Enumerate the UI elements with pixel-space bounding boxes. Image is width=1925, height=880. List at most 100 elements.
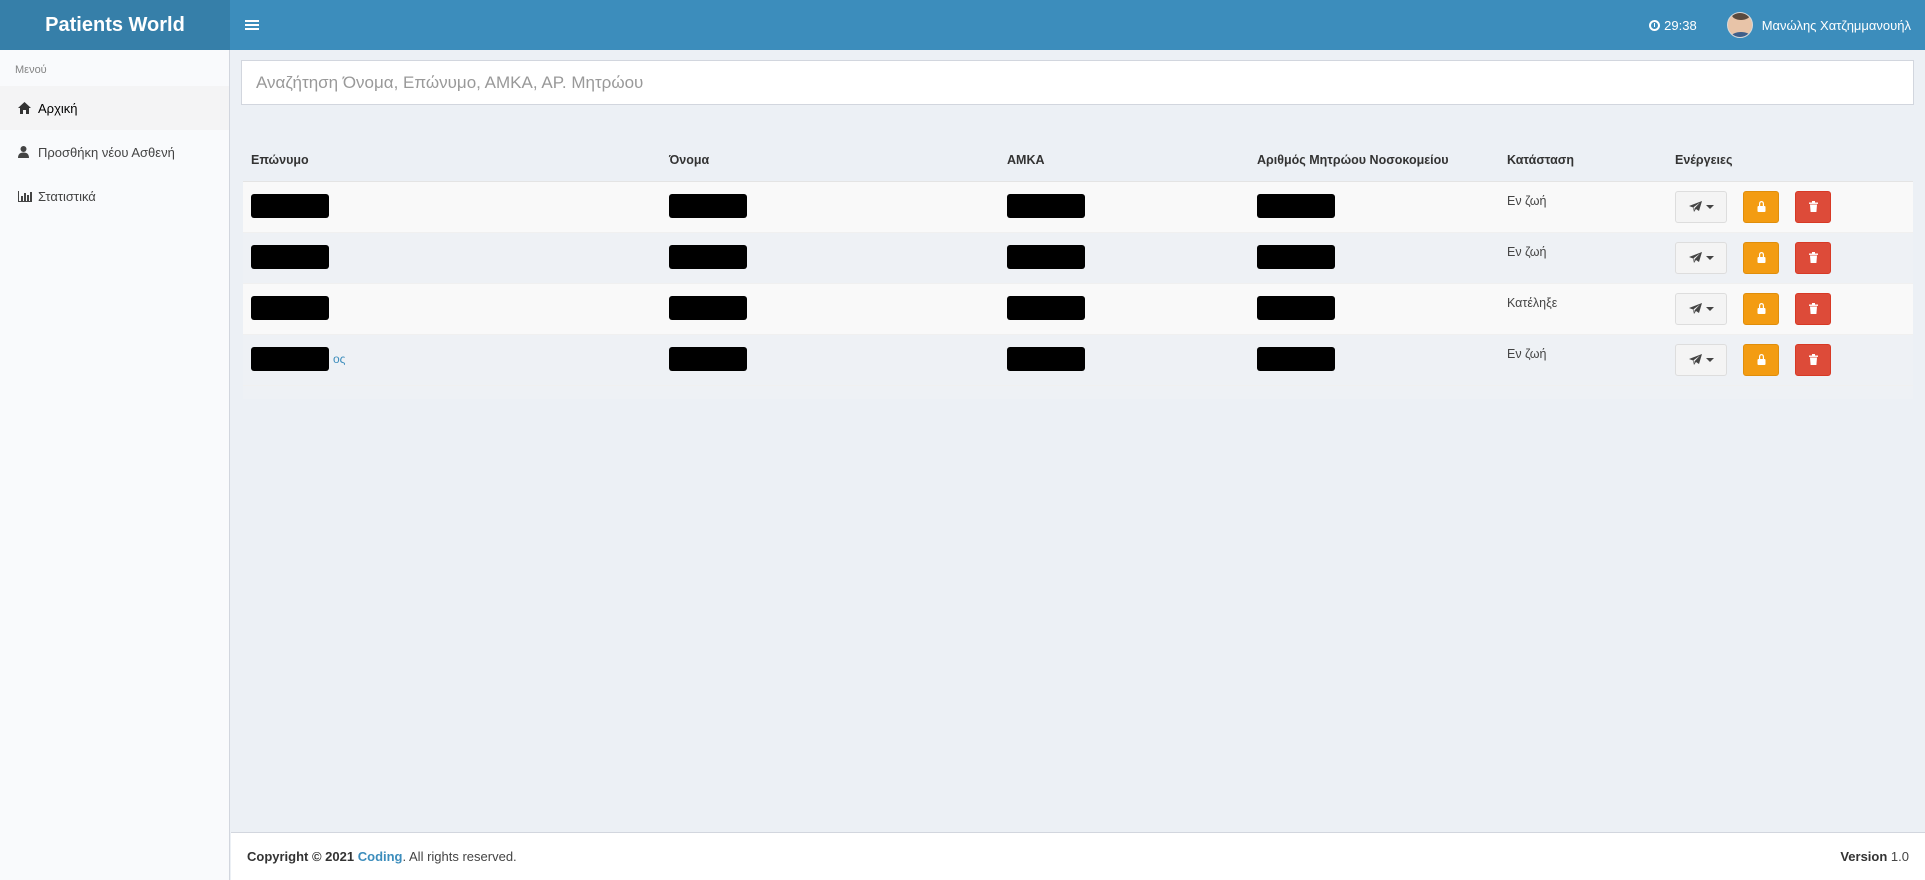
- paper-plane-icon: [1688, 353, 1702, 365]
- hospital-id-cell: [1249, 333, 1499, 385]
- status-text: Εν ζωή: [1507, 244, 1547, 259]
- table-row: Εν ζωή: [243, 231, 1913, 283]
- lock-button[interactable]: [1743, 190, 1779, 223]
- redacted-surname: [251, 193, 329, 218]
- status-text: Εν ζωή: [1507, 346, 1547, 361]
- redacted-surname: [251, 295, 329, 320]
- status-cell: Εν ζωή: [1499, 180, 1667, 232]
- sidebar-item-add-patient[interactable]: Προσθήκη νέου Ασθενή: [0, 130, 229, 174]
- clock-icon: [1649, 19, 1661, 31]
- name-cell: [661, 282, 999, 334]
- trash-icon: [1808, 303, 1818, 314]
- bar-chart-icon: [18, 190, 38, 202]
- column-header-hospital-id[interactable]: Αριθμός Μητρώου Νοσοκομείου: [1249, 140, 1499, 182]
- redacted-amka: [1007, 346, 1085, 371]
- version-number: 1.0: [1890, 849, 1909, 864]
- chevron-down-icon: [1705, 357, 1714, 362]
- surname-link-suffix[interactable]: ος: [333, 352, 345, 366]
- search-input[interactable]: [241, 60, 1914, 105]
- redacted-name: [669, 193, 747, 218]
- sidebar-toggle-button[interactable]: [230, 0, 274, 50]
- user-avatar: [1726, 12, 1753, 38]
- redacted-amka: [1007, 193, 1085, 218]
- trash-icon: [1808, 354, 1818, 365]
- home-icon: [18, 102, 38, 114]
- sidebar-item-statistics[interactable]: Στατιστικά: [0, 174, 229, 218]
- sidebar-item-label: Προσθήκη νέου Ασθενή: [38, 144, 175, 160]
- lock-icon: [1757, 354, 1765, 365]
- amka-cell: [999, 180, 1249, 232]
- delete-button[interactable]: [1795, 190, 1831, 223]
- column-header-name[interactable]: Όνομα: [661, 140, 999, 182]
- redacted-amka: [1007, 244, 1085, 269]
- lock-button[interactable]: [1743, 292, 1779, 325]
- session-timer: 29:38: [1649, 18, 1697, 33]
- version-info: Version 1.0: [1840, 849, 1909, 864]
- paper-plane-icon: [1688, 302, 1702, 314]
- chevron-down-icon: [1705, 204, 1714, 209]
- sidebar-item-label: Αρχική: [38, 100, 78, 116]
- app-logo[interactable]: Patients World: [0, 0, 230, 50]
- table-row-spacer: [243, 384, 1913, 399]
- top-navbar: Patients World 29:38 Μανώλης Χατζημμανου…: [0, 0, 1925, 50]
- status-text: Εν ζωή: [1507, 193, 1547, 208]
- actions-cell: [1667, 180, 1913, 232]
- status-cell: Εν ζωή: [1499, 231, 1667, 283]
- lock-icon: [1757, 201, 1765, 212]
- chevron-down-icon: [1705, 255, 1714, 260]
- user-name: Μανώλης Χατζημμανουήλ: [1761, 17, 1911, 33]
- sidebar-title: Μενού: [15, 64, 47, 76]
- paper-plane-icon: [1688, 251, 1702, 263]
- name-cell: [661, 231, 999, 283]
- status-cell: Κατέληξε: [1499, 282, 1667, 334]
- send-dropdown-button[interactable]: [1675, 343, 1727, 376]
- send-dropdown-button[interactable]: [1675, 241, 1727, 274]
- table-header-row: Επώνυμο Όνομα ΑΜΚΑ Αριθμός Μητρώου Νοσοκ…: [243, 140, 1913, 182]
- surname-cell[interactable]: ος: [243, 333, 661, 385]
- send-dropdown-button[interactable]: [1675, 190, 1727, 223]
- redacted-hospital-id: [1257, 193, 1335, 218]
- hospital-id-cell: [1249, 231, 1499, 283]
- lock-icon: [1757, 252, 1765, 263]
- table-row: Κατέληξε: [243, 282, 1913, 334]
- table-row: Εν ζωή: [243, 180, 1913, 232]
- redacted-hospital-id: [1257, 295, 1335, 320]
- lock-icon: [1757, 303, 1765, 314]
- column-header-amka[interactable]: ΑΜΚΑ: [999, 140, 1249, 182]
- amka-cell: [999, 333, 1249, 385]
- surname-cell[interactable]: [243, 231, 661, 283]
- delete-button[interactable]: [1795, 343, 1831, 376]
- surname-cell[interactable]: [243, 282, 661, 334]
- surname-cell[interactable]: [243, 180, 661, 232]
- column-header-status[interactable]: Κατάσταση: [1499, 140, 1667, 182]
- actions-cell: [1667, 333, 1913, 385]
- redacted-hospital-id: [1257, 244, 1335, 269]
- redacted-hospital-id: [1257, 346, 1335, 371]
- sidebar-item-home[interactable]: Αρχική: [0, 86, 229, 130]
- hospital-id-cell: [1249, 180, 1499, 232]
- redacted-amka: [1007, 295, 1085, 320]
- redacted-name: [669, 244, 747, 269]
- paper-plane-icon: [1688, 200, 1702, 212]
- company-link[interactable]: Coding: [358, 849, 403, 864]
- trash-icon: [1808, 201, 1818, 212]
- user-menu[interactable]: Μανώλης Χατζημμανουήλ: [1726, 12, 1911, 38]
- send-dropdown-button[interactable]: [1675, 292, 1727, 325]
- rights-text: . All rights reserved.: [402, 849, 517, 864]
- actions-cell: [1667, 282, 1913, 334]
- hospital-id-cell: [1249, 282, 1499, 334]
- user-icon: [18, 146, 38, 158]
- delete-button[interactable]: [1795, 292, 1831, 325]
- sidebar: Μενού Αρχική Προσθήκη νέου Ασθενή Στατισ…: [0, 50, 230, 880]
- amka-cell: [999, 231, 1249, 283]
- lock-button[interactable]: [1743, 343, 1779, 376]
- trash-icon: [1808, 252, 1818, 263]
- main-content: Επώνυμο Όνομα ΑΜΚΑ Αριθμός Μητρώου Νοσοκ…: [231, 50, 1925, 832]
- status-text: Κατέληξε: [1507, 295, 1558, 310]
- delete-button[interactable]: [1795, 241, 1831, 274]
- footer: Copyright © 2021 Coding. All rights rese…: [231, 832, 1925, 880]
- redacted-surname: [251, 346, 329, 371]
- column-header-surname[interactable]: Επώνυμο: [243, 140, 661, 182]
- lock-button[interactable]: [1743, 241, 1779, 274]
- redacted-surname: [251, 244, 329, 269]
